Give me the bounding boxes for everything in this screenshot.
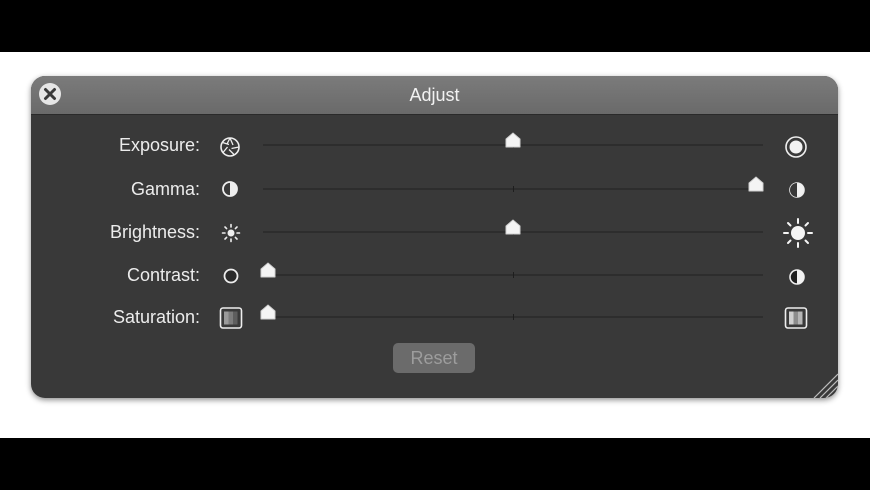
brightness-slider-thumb[interactable] (504, 219, 522, 235)
exposure-row: Exposure: (31, 130, 838, 160)
gamma-label: Gamma: (130, 179, 200, 199)
aperture-open-icon[interactable] (783, 132, 809, 158)
brightness-label: Brightness: (109, 222, 200, 242)
contrast-high-icon[interactable] (783, 262, 809, 288)
saturation-slider[interactable] (260, 304, 763, 320)
contrast-row: Contrast: (31, 260, 838, 290)
adjust-panel: Adjust Exposure: Gamma: Brightness: Cont… (31, 76, 838, 398)
saturation-row: Saturation: (31, 302, 838, 332)
gamma-slider-thumb[interactable] (747, 176, 765, 192)
title-bar[interactable]: Adjust (31, 76, 838, 115)
contrast-slider-thumb[interactable] (259, 262, 277, 278)
gamma-slider[interactable] (263, 176, 764, 192)
sun-small-icon[interactable] (217, 219, 243, 245)
saturation-label: Saturation: (112, 307, 200, 327)
slider-center-tick (513, 314, 514, 320)
contrast-low-icon[interactable] (217, 262, 243, 288)
reset-button[interactable]: Reset (393, 343, 475, 373)
slider-center-tick (513, 186, 514, 192)
slider-center-tick (513, 272, 514, 278)
exposure-slider[interactable] (263, 132, 763, 148)
resize-grip-icon[interactable] (804, 364, 838, 398)
sun-large-icon[interactable] (783, 218, 813, 248)
gamma-high-icon[interactable] (783, 176, 809, 202)
saturation-high-icon[interactable] (783, 304, 809, 330)
gamma-low-icon[interactable] (217, 176, 243, 202)
brightness-slider[interactable] (263, 219, 763, 235)
exposure-slider-thumb[interactable] (504, 132, 522, 148)
contrast-slider[interactable] (260, 262, 763, 278)
window-title: Adjust (409, 85, 460, 105)
contrast-label: Contrast: (126, 265, 200, 285)
exposure-label: Exposure: (118, 135, 200, 155)
brightness-row: Brightness: (31, 217, 838, 248)
gamma-row: Gamma: (31, 174, 838, 204)
saturation-low-icon[interactable] (217, 304, 243, 330)
aperture-closed-icon[interactable] (217, 132, 243, 158)
saturation-slider-thumb[interactable] (259, 304, 277, 320)
